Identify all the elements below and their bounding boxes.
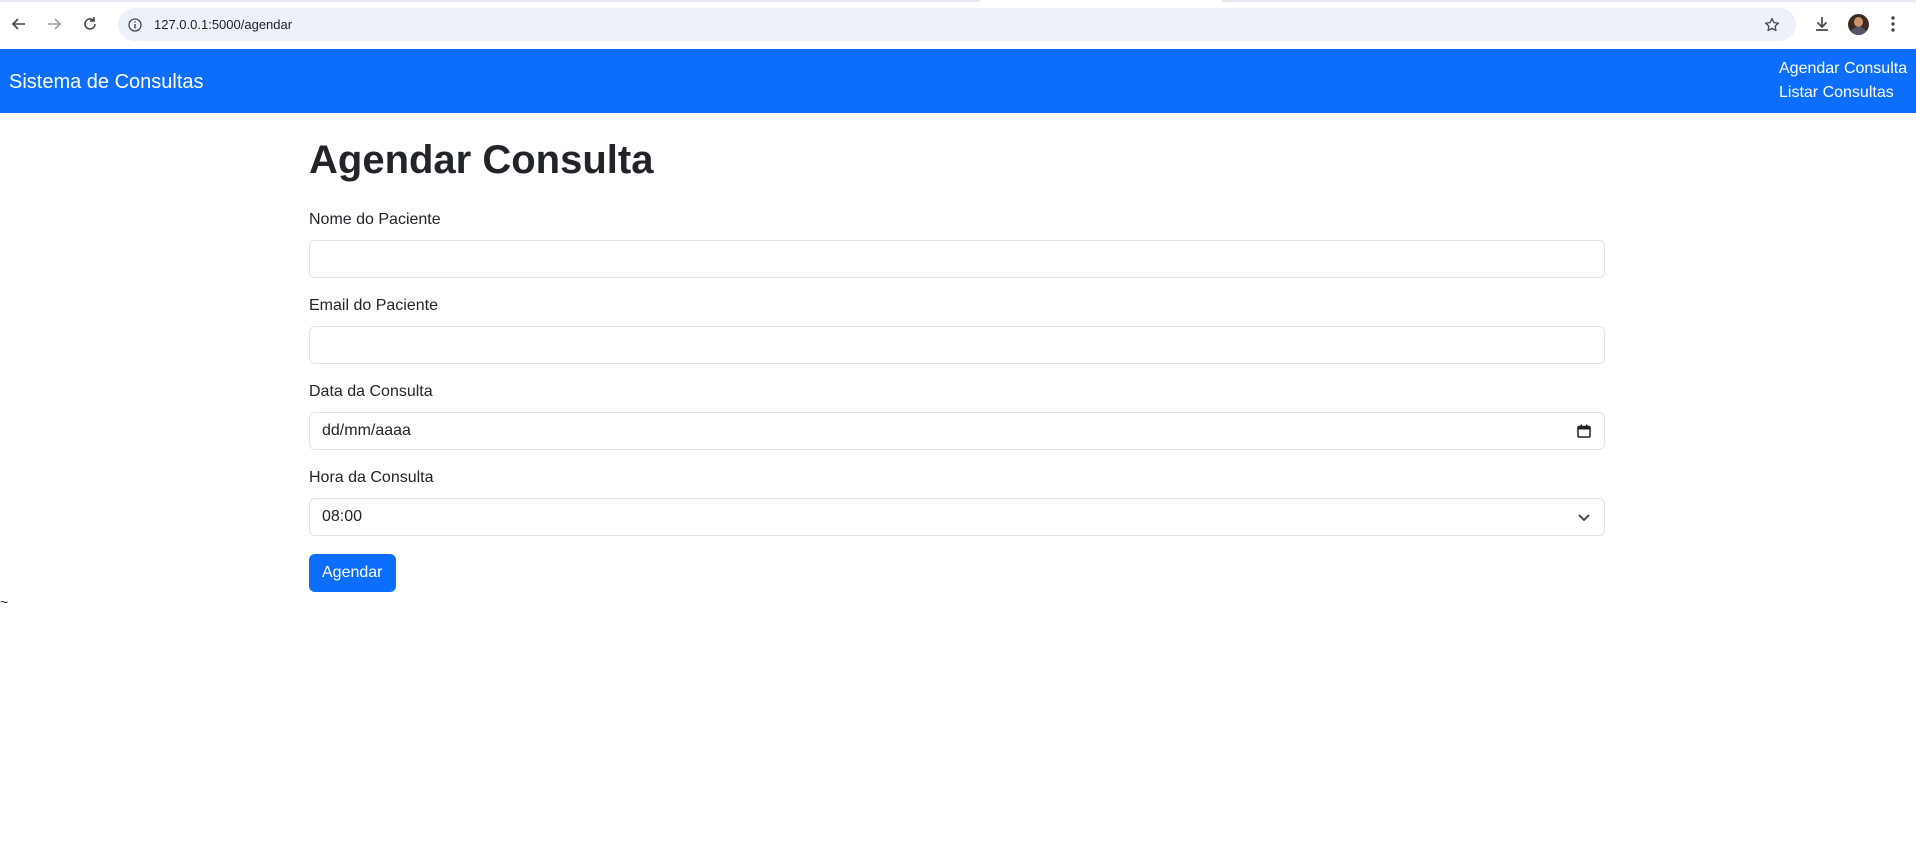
time-select[interactable]: 08:00 <box>309 498 1605 536</box>
nome-input[interactable] <box>309 240 1605 278</box>
browser-toolbar: 127.0.0.1:5000/agendar <box>0 0 1916 49</box>
chevron-down-icon <box>1576 509 1592 525</box>
star-icon[interactable] <box>1762 15 1782 35</box>
field-hora: Hora da Consulta 08:00 <box>309 466 1605 536</box>
download-icon[interactable] <box>1810 12 1834 36</box>
more-icon[interactable] <box>1881 12 1905 36</box>
field-nome: Nome do Paciente <box>309 208 1605 278</box>
email-label: Email do Paciente <box>309 297 438 314</box>
tab-strip-edge <box>1222 0 1916 2</box>
agendar-button[interactable]: Agendar <box>309 554 396 592</box>
back-icon[interactable] <box>7 12 31 36</box>
time-select-value: 08:00 <box>322 508 363 525</box>
info-icon[interactable] <box>126 16 144 34</box>
field-data: Data da Consulta dd/mm/aaaa <box>309 380 1605 450</box>
avatar-face <box>1854 17 1863 27</box>
nav-link-listar[interactable]: Listar Consultas <box>1779 81 1907 105</box>
address-bar[interactable]: 127.0.0.1:5000/agendar <box>118 8 1796 41</box>
avatar-body <box>1850 27 1867 35</box>
date-value: dd/mm/aaaa <box>322 422 411 439</box>
url-text[interactable]: 127.0.0.1:5000/agendar <box>154 16 292 33</box>
navbar-brand[interactable]: Sistema de Consultas <box>9 70 204 94</box>
reload-icon[interactable] <box>78 12 102 36</box>
date-input[interactable]: dd/mm/aaaa <box>309 412 1605 450</box>
nav-link-agendar[interactable]: Agendar Consulta <box>1779 57 1907 81</box>
page-title: Agendar Consulta <box>309 138 654 182</box>
field-email: Email do Paciente <box>309 294 1605 364</box>
email-input[interactable] <box>309 326 1605 364</box>
tab-strip-edge <box>0 0 980 2</box>
avatar[interactable] <box>1848 14 1869 35</box>
hora-label: Hora da Consulta <box>309 469 434 486</box>
appointment-form: Agendar Consulta Nome do Paciente Email … <box>309 136 1605 592</box>
forward-icon[interactable] <box>42 12 66 36</box>
app-navbar: Sistema de Consultas Agendar Consulta Li… <box>0 49 1916 113</box>
calendar-icon[interactable] <box>1576 423 1592 439</box>
data-label: Data da Consulta <box>309 383 433 400</box>
navbar-links: Agendar Consulta Listar Consultas <box>1779 57 1907 105</box>
nome-label: Nome do Paciente <box>309 211 441 228</box>
stray-text: ~ <box>0 594 9 610</box>
